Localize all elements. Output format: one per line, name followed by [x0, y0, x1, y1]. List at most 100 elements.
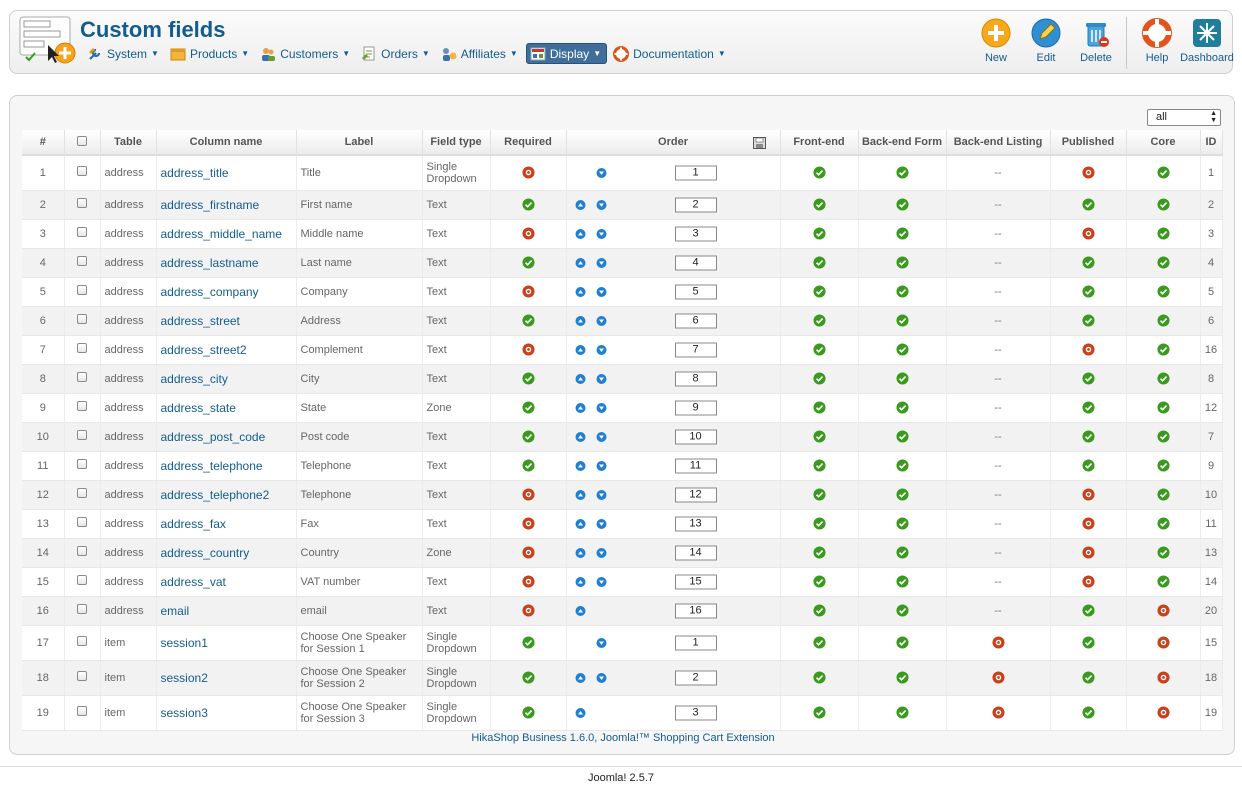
core-yes-icon[interactable] — [1156, 372, 1170, 385]
row-checkbox[interactable] — [77, 517, 87, 527]
core-yes-icon[interactable] — [1156, 430, 1170, 443]
row-checkbox[interactable] — [77, 198, 87, 208]
row-checkbox[interactable] — [77, 604, 87, 614]
core-yes-icon[interactable] — [1156, 401, 1170, 414]
back-end-form-yes-icon[interactable] — [895, 227, 909, 240]
back-end-form-yes-icon[interactable] — [895, 314, 909, 327]
order-input[interactable]: 8 — [674, 371, 717, 386]
column-name-link[interactable]: address_middle_name — [156, 219, 297, 249]
menu-customers[interactable]: Customers ▼ — [257, 43, 355, 64]
extension-credit-link[interactable]: HikaShop Business 1.6.0, Joomla!™ Shoppi… — [10, 732, 1236, 744]
column-name-link[interactable]: address_city — [156, 364, 297, 394]
front-end-yes-icon[interactable] — [812, 256, 826, 269]
front-end-yes-icon[interactable] — [812, 372, 826, 385]
header-label[interactable]: ID — [1206, 136, 1217, 148]
published-yes-icon[interactable] — [1081, 636, 1095, 649]
required-yes-icon[interactable] — [521, 430, 535, 443]
required-no-icon[interactable] — [521, 343, 535, 356]
row-checkbox[interactable] — [77, 227, 87, 237]
row-checkbox[interactable] — [77, 488, 87, 498]
column-name-link[interactable]: address_company — [156, 277, 297, 307]
column-name-link[interactable]: address_title — [156, 155, 297, 191]
published-yes-icon[interactable] — [1081, 671, 1095, 684]
row-checkbox[interactable] — [77, 314, 87, 324]
order-up-icon[interactable] — [575, 576, 586, 587]
required-no-icon[interactable] — [521, 166, 535, 179]
row-checkbox[interactable] — [77, 546, 87, 556]
edit-button[interactable]: Edit — [1021, 17, 1071, 69]
back-end-form-yes-icon[interactable] — [895, 459, 909, 472]
front-end-yes-icon[interactable] — [812, 401, 826, 414]
required-no-icon[interactable] — [521, 517, 535, 530]
front-end-yes-icon[interactable] — [812, 227, 826, 240]
core-yes-icon[interactable] — [1156, 488, 1170, 501]
save-order-icon[interactable] — [752, 137, 766, 149]
back-end-listing-no-icon[interactable] — [991, 706, 1005, 719]
order-up-icon[interactable] — [575, 707, 586, 718]
row-checkbox[interactable] — [77, 372, 87, 382]
order-down-icon[interactable] — [596, 518, 607, 529]
order-input[interactable]: 3 — [674, 705, 717, 720]
header-label[interactable]: Order — [658, 136, 688, 148]
order-up-icon[interactable] — [575, 344, 586, 355]
help-button[interactable]: Help — [1132, 17, 1182, 69]
header-label[interactable]: Front-end — [793, 136, 844, 148]
column-name-link[interactable]: address_country — [156, 538, 297, 568]
order-input[interactable]: 10 — [674, 429, 717, 444]
required-no-icon[interactable] — [521, 227, 535, 240]
order-down-icon[interactable] — [596, 257, 607, 268]
back-end-form-yes-icon[interactable] — [895, 488, 909, 501]
menu-affiliates[interactable]: Affiliates ▼ — [438, 43, 523, 64]
order-down-icon[interactable] — [596, 672, 607, 683]
order-up-icon[interactable] — [575, 199, 586, 210]
order-down-icon[interactable] — [596, 547, 607, 558]
front-end-yes-icon[interactable] — [812, 343, 826, 356]
order-input[interactable]: 1 — [674, 635, 717, 650]
back-end-form-yes-icon[interactable] — [895, 166, 909, 179]
order-up-icon[interactable] — [575, 373, 586, 384]
column-name-link[interactable]: address_lastname — [156, 248, 297, 278]
order-input[interactable]: 5 — [674, 284, 717, 299]
order-input[interactable]: 13 — [674, 516, 717, 531]
required-no-icon[interactable] — [521, 546, 535, 559]
column-name-link[interactable]: session2 — [156, 660, 297, 696]
order-up-icon[interactable] — [575, 460, 586, 471]
back-end-form-yes-icon[interactable] — [895, 198, 909, 211]
back-end-form-yes-icon[interactable] — [895, 636, 909, 649]
back-end-form-yes-icon[interactable] — [895, 671, 909, 684]
order-up-icon[interactable] — [575, 605, 586, 616]
core-no-icon[interactable] — [1156, 706, 1170, 719]
order-up-icon[interactable] — [575, 489, 586, 500]
column-name-link[interactable]: address_street — [156, 306, 297, 336]
column-name-link[interactable]: address_telephone2 — [156, 480, 297, 510]
order-down-icon[interactable] — [596, 402, 607, 413]
select-all-checkbox[interactable] — [77, 135, 87, 146]
front-end-yes-icon[interactable] — [812, 166, 826, 179]
core-yes-icon[interactable] — [1156, 314, 1170, 327]
required-no-icon[interactable] — [521, 575, 535, 588]
back-end-listing-no-icon[interactable] — [991, 636, 1005, 649]
delete-button[interactable]: Delete — [1071, 17, 1121, 69]
row-checkbox[interactable] — [77, 256, 87, 266]
order-up-icon[interactable] — [575, 547, 586, 558]
menu-orders[interactable]: Orders ▼ — [358, 43, 435, 64]
required-yes-icon[interactable] — [521, 401, 535, 414]
published-yes-icon[interactable] — [1081, 372, 1095, 385]
front-end-yes-icon[interactable] — [812, 517, 826, 530]
core-no-icon[interactable] — [1156, 604, 1170, 617]
order-down-icon[interactable] — [596, 637, 607, 648]
order-input[interactable]: 1 — [674, 165, 717, 181]
column-name-link[interactable]: address_state — [156, 393, 297, 423]
column-name-link[interactable]: session1 — [156, 625, 297, 661]
row-checkbox[interactable] — [77, 401, 87, 411]
menu-system[interactable]: System ▼ — [84, 43, 164, 64]
row-checkbox[interactable] — [77, 575, 87, 585]
front-end-yes-icon[interactable] — [812, 671, 826, 684]
back-end-form-yes-icon[interactable] — [895, 343, 909, 356]
required-yes-icon[interactable] — [521, 671, 535, 684]
front-end-yes-icon[interactable] — [812, 285, 826, 298]
back-end-form-yes-icon[interactable] — [895, 517, 909, 530]
row-checkbox[interactable] — [77, 430, 87, 440]
row-checkbox[interactable] — [77, 636, 87, 646]
order-down-icon[interactable] — [596, 460, 607, 471]
